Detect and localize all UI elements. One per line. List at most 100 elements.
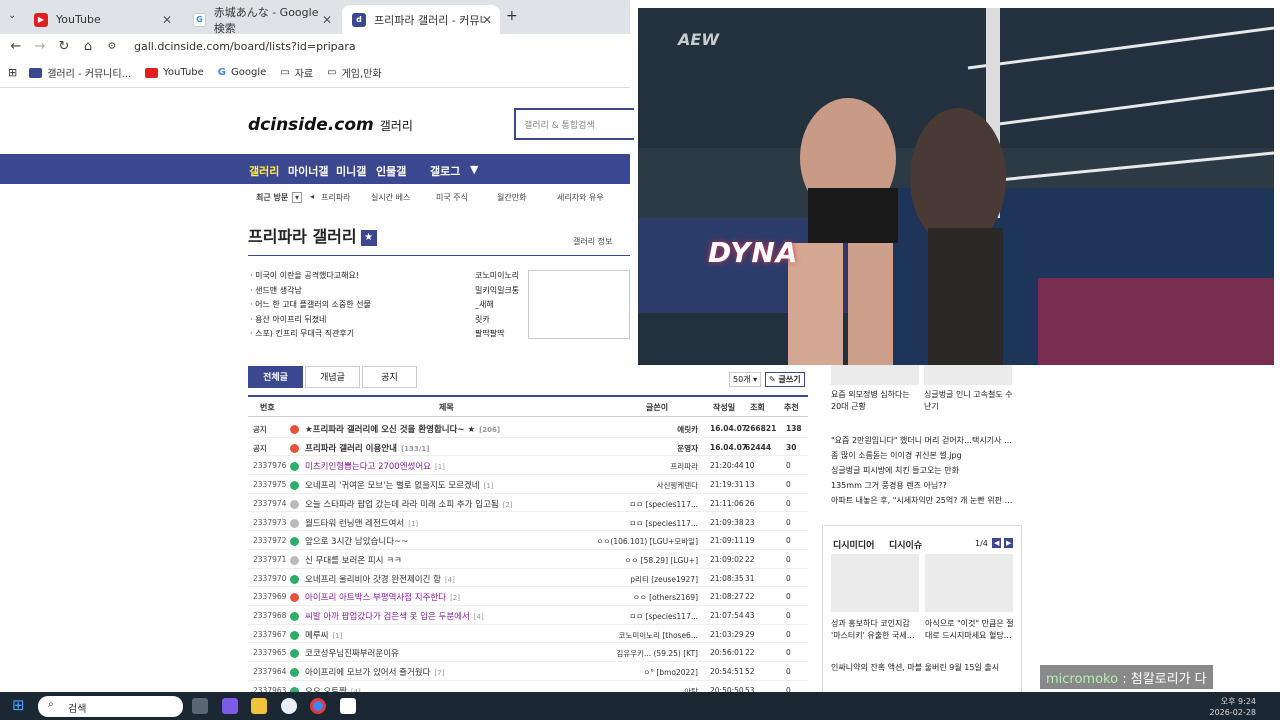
list-item[interactable]: "요즘 2만원입니다" 했더니 머리 걷어차…택시기사 … (822, 433, 1022, 448)
table-row[interactable]: 공지 ★프리파라 갤러리에 오신 것을 환영합니다~ ★ [206] 에릿카 16.04… (248, 419, 808, 438)
table-row[interactable]: 2337965 코코성우님진짜부러운이유 김유우키... (59.25) [KT] 2… (248, 643, 808, 663)
post-title-cell[interactable]: 앞으로 3시간 남았습니다~~ (290, 535, 412, 547)
post-writer[interactable]: ㅁㅁ [species117... (629, 518, 698, 529)
nav-gallog[interactable]: 갤로그 (430, 163, 460, 179)
post-title-cell[interactable]: 씨발 아까 팝업갔다가 검은색 옷 입은 두분에서 [4] (290, 610, 484, 622)
tab-list-chevron-icon[interactable]: ⌄ (8, 10, 16, 21)
star-icon[interactable]: ★ (360, 229, 377, 246)
home-icon[interactable]: ⌂ (76, 39, 100, 54)
post-title-cell[interactable]: 프리파라 갤러리 이용안내 [133/1] (290, 442, 429, 454)
windows-start-icon[interactable]: ⊞ (12, 696, 25, 714)
table-row[interactable]: 2337963 오오 오토짱 [4] 아탕 20:50:50 53 0 (248, 681, 808, 692)
tab-concept[interactable]: 개념글 (305, 366, 360, 388)
post-writer[interactable]: ㅁㅁ [species117... (629, 499, 698, 510)
post-writer[interactable]: 사신찡케덴다 (657, 480, 698, 491)
chevron-down-icon[interactable]: ▼ (470, 163, 478, 176)
recent-item[interactable]: 세리자와 유우 (557, 192, 604, 203)
next-icon[interactable]: ▶ (1004, 538, 1014, 548)
post-title-cell[interactable]: 미츠키인형뽑는다고 2700엔썼어요 [1] (290, 460, 445, 472)
issue-title[interactable]: · 스포) 킨프리 무대극 직관후기 (250, 328, 354, 339)
post-title[interactable]: 오네프리 '귀여운 모브'는 별로 없을지도 모르겠네 (305, 481, 480, 491)
close-icon[interactable]: ✕ (322, 13, 332, 27)
card-caption[interactable]: 싱글벙글 인니 고속철도 수난기 (924, 389, 1016, 413)
site-logo[interactable]: dcinside.com 갤러리 (248, 115, 413, 135)
post-title-cell[interactable]: ★프리파라 갤러리에 오신 것을 환영합니다~ ★ [206] (290, 423, 500, 435)
list-item[interactable]: 135mm 그거 풍경용 렌즈 아님?? (822, 478, 1022, 493)
tab-dcinside[interactable]: d 프리파라 갤러리 - 커뮤니티 도 ✕ (342, 5, 500, 34)
post-title-cell[interactable]: 오오 오토짱 [4] (290, 685, 361, 692)
url-field[interactable]: gall.dcinside.com/board/lists?id=pripara (134, 40, 356, 53)
chevron-left-icon[interactable]: ◂ (310, 192, 314, 201)
tab-all[interactable]: 전체글 (248, 366, 303, 388)
comment-count[interactable]: [206] (479, 426, 500, 434)
bookmark-folder-data[interactable]: ▭ 자료 (280, 65, 313, 80)
table-row[interactable]: 2337970 오네프리 울리비아 갓경 완전제이긴 함 [4] p리티 [zeuse… (248, 569, 808, 588)
post-title-cell[interactable]: 오네프리 울리비아 갓경 완전제이긴 함 [4] (290, 573, 455, 585)
post-writer[interactable]: ㅇㅇ [others2169] (633, 592, 698, 603)
comment-count[interactable]: [1] (435, 463, 445, 471)
tab-dc-media[interactable]: 디시미디어 (833, 538, 874, 551)
post-title[interactable]: 오늘 스타파라 팝업 갔는데 라라 미래 소피 추가 입고됨 (305, 500, 499, 510)
reload-icon[interactable]: ↻ (52, 39, 76, 54)
issue-title[interactable]: · 용산 아이프리 뒤졌네 (250, 314, 326, 325)
comment-count[interactable]: [2] (503, 501, 513, 509)
tab-dc-issue[interactable]: 디시이슈 (889, 538, 922, 551)
post-writer[interactable]: 에릿카 (677, 424, 698, 435)
tab-notice[interactable]: 공지 (362, 366, 417, 388)
task-view-icon[interactable] (192, 698, 208, 714)
back-icon[interactable]: ← (4, 39, 28, 54)
system-clock[interactable]: 오후 9:24 2026-02-28 (1210, 696, 1257, 718)
table-row[interactable]: 2337973 월드타워 런닝맨 레전드여서 [1] ㅁㅁ [species117..… (248, 513, 808, 532)
table-row[interactable]: 공지 프리파라 갤러리 이용안내 [133/1] 운영자 16.04.07 62444 30 (248, 438, 808, 457)
list-item[interactable]: 좀 많이 소름돋는 이이경 귀신본 썰.jpg (822, 448, 1022, 463)
table-row[interactable]: 2337974 오늘 스타파라 팝업 갔는데 라라 미래 소피 추가 입고됨 [2]… (248, 494, 808, 513)
post-title[interactable]: 씨발 아까 팝업갔다가 검은색 옷 입은 두분에서 (305, 612, 470, 622)
tab-google[interactable]: G 赤城あんな - Google 検索 ✕ (183, 5, 340, 35)
post-title-cell[interactable]: 신 무대를 보러온 피시 ㅋㅋ (290, 554, 406, 566)
post-writer[interactable]: 김유우키... (59.25) [KT] (616, 648, 698, 659)
post-writer[interactable]: ㅁㅁ [species117... (629, 611, 698, 622)
post-writer[interactable]: 프리파라 (670, 461, 698, 472)
chatgpt-icon[interactable] (340, 698, 356, 714)
issue-title[interactable]: · 어느 한 고대 플갤러의 소중한 선물 (250, 299, 371, 310)
post-title[interactable]: 미츠키인형뽑는다고 2700엔썼어요 (305, 462, 431, 472)
apps-icon[interactable]: ⊞ (8, 66, 17, 79)
post-title-cell[interactable]: 월드타워 런닝맨 레전드여서 [1] (290, 517, 418, 529)
gallery-info-link[interactable]: 갤러리 정보 (573, 236, 612, 247)
thumbnail[interactable] (831, 365, 919, 385)
list-item[interactable]: 아파트 내놓은 후, "시세차익만 25억? 개 눈빤 위판 … (822, 493, 1022, 508)
table-row[interactable]: 2337972 앞으로 3시간 남았습니다~~ ㅇㅇ(106.101) [LGU+모… (248, 531, 808, 550)
table-row[interactable]: 2337976 미츠키인형뽑는다고 2700엔썼어요 [1] 프리파라 21:20:44… (248, 456, 808, 476)
comment-count[interactable]: [1] (484, 482, 494, 490)
post-title[interactable]: 메루씨 (305, 631, 328, 641)
comment-count[interactable]: [1] (332, 632, 342, 640)
card-caption[interactable]: 요즘 외모정병 심하다는 20대 근황 (831, 389, 919, 413)
post-title[interactable]: 코코성우님진짜부러운이유 (305, 649, 399, 659)
taskbar-search[interactable]: ⌕ 검색 (38, 696, 183, 717)
post-title-cell[interactable]: 아이프리에 모브가 있어서 즐거웠다 [7] (290, 666, 444, 678)
recent-item[interactable]: 프리파라 (321, 192, 350, 203)
card-caption[interactable]: 아식으로 "이것" 만큼은 절대로 드시지마세요 혈당… (925, 618, 1017, 642)
post-writer[interactable]: 운영자 (677, 443, 698, 454)
prev-icon[interactable]: ◀ (992, 538, 1002, 548)
thumbnail[interactable] (831, 554, 919, 612)
ad-box[interactable] (528, 270, 630, 339)
file-explorer-icon[interactable] (251, 698, 267, 714)
bookmark-folder-games[interactable]: ▭ 게임,만화 (327, 65, 381, 80)
post-title[interactable]: 아이프리에 모브가 있어서 즐거웠다 (305, 668, 430, 678)
bookmark-youtube[interactable]: YouTube (145, 67, 204, 78)
tab-youtube[interactable]: ▶ YouTube ✕ (24, 5, 180, 34)
issue-title[interactable]: · 미국이 이란을 공격했다고해요! (250, 270, 359, 281)
post-title[interactable]: 앞으로 3시간 남았습니다~~ (305, 537, 408, 547)
bookmark-gallery[interactable]: 갤러리 - 커뮤니티... (29, 65, 131, 80)
table-row[interactable]: 2337975 오네프리 '귀여운 모브'는 별로 없을지도 모르겠네 [1] 사신찡… (248, 475, 808, 494)
post-title[interactable]: 아이프리 아트박스 부평역사점 지주한다 (305, 593, 446, 603)
recent-item[interactable]: 실시간 베스 (371, 192, 410, 203)
thumbnail[interactable] (925, 554, 1013, 612)
table-row[interactable]: 2337969 아이프리 아트박스 부평역사점 지주한다 [2] ㅇㅇ [others… (248, 587, 808, 606)
post-title[interactable]: 프리파라 갤러리 이용안내 (305, 444, 397, 454)
issue-title[interactable]: · 샌드맨 생각남 (250, 285, 302, 296)
comment-count[interactable]: [2] (450, 594, 460, 602)
write-button[interactable]: ✎ 글쓰기 (765, 372, 805, 387)
post-title-cell[interactable]: 오늘 스타파라 팝업 갔는데 라라 미래 소피 추가 입고됨 [2] (290, 498, 513, 510)
